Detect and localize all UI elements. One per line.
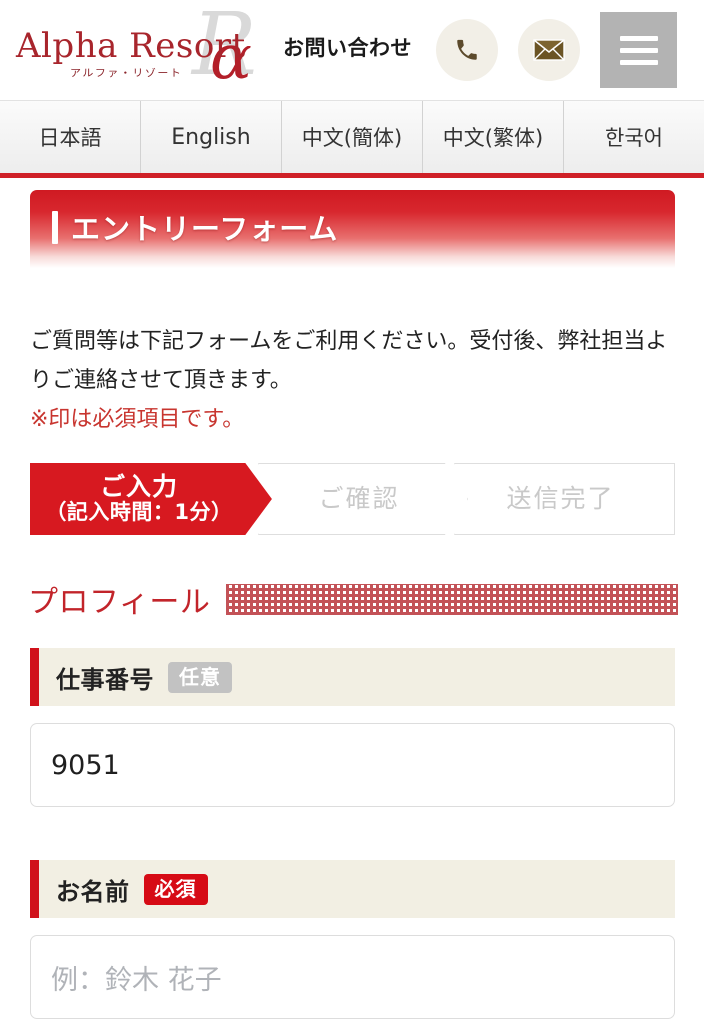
mail-button[interactable]	[518, 19, 580, 81]
language-item-ko[interactable]: 한국어	[564, 101, 704, 173]
logo-brand-kana: アルファ・リゾート	[70, 67, 183, 80]
logo-brand-text: Alpha Resort	[16, 26, 246, 66]
step-input-sublabel: （記入時間：1分）	[45, 500, 233, 525]
hamburger-bar-3	[619, 59, 658, 65]
section-pattern-decoration	[226, 583, 678, 615]
field-name-label: お名前	[56, 877, 130, 906]
language-item-en[interactable]: English	[141, 101, 282, 173]
step-confirm[interactable]: ご確認	[257, 463, 468, 535]
hamburger-bar-1	[619, 35, 658, 41]
badge-required: 必須	[143, 873, 208, 905]
description-line-1: ご質問等は下記フォームをご利用ください。受付後、弊社担当	[30, 329, 646, 354]
step-input[interactable]: ご入力 （記入時間：1分）	[30, 463, 272, 535]
mail-icon	[533, 38, 565, 62]
language-item-zh-cn[interactable]: 中文(簡体)	[282, 101, 423, 173]
step-indicator: ご入力 （記入時間：1分） ご確認 送信完了	[30, 463, 675, 535]
field-job-number-label-row: 仕事番号 任意	[30, 648, 675, 706]
step-confirm-stack: ご確認	[318, 483, 400, 513]
field-job-number: 仕事番号 任意 9051	[30, 648, 675, 807]
entry-form-page: R α Alpha Resort アルファ・リゾート お問い合わせ 日本語 En…	[0, 0, 704, 1024]
step-input-stack: ご入力 （記入時間：1分）	[45, 471, 233, 525]
section-title: プロフィール	[28, 585, 211, 620]
hamburger-menu-button[interactable]	[600, 12, 677, 88]
step-input-label: ご入力	[99, 471, 178, 501]
banner-gradient: エントリーフォーム	[30, 190, 675, 268]
form-description: ご質問等は下記フォームをご利用ください。受付後、弊社担当よりご連絡させて頂きます…	[30, 322, 678, 439]
contact-label: お問い合わせ	[283, 36, 412, 60]
step-confirm-label: ご確認	[318, 483, 400, 513]
page-title: エントリーフォーム	[71, 212, 339, 246]
phone-icon	[454, 37, 480, 63]
language-item-zh-tw[interactable]: 中文(繁体)	[423, 101, 564, 173]
page-title-banner: エントリーフォーム	[0, 178, 704, 298]
language-item-ja[interactable]: 日本語	[0, 101, 141, 173]
step-complete-stack: 送信完了	[506, 483, 615, 513]
site-logo[interactable]: R α Alpha Resort アルファ・リゾート	[10, 2, 270, 92]
step-complete-label: 送信完了	[506, 483, 615, 513]
step-complete[interactable]: 送信完了	[453, 463, 675, 535]
field-job-number-input[interactable]: 9051	[30, 723, 675, 807]
field-name-input[interactable]: 例：鈴木 花子	[30, 935, 675, 1019]
site-header: R α Alpha Resort アルファ・リゾート お問い合わせ	[0, 0, 704, 100]
field-name-label-row: お名前 必須	[30, 860, 675, 918]
required-note: ※印は必須項目です。	[30, 407, 245, 432]
phone-button[interactable]	[436, 19, 498, 81]
hamburger-bar-2	[619, 47, 658, 53]
banner-content: エントリーフォーム	[52, 206, 338, 248]
banner-accent-bar	[52, 210, 58, 244]
badge-optional: 任意	[168, 661, 232, 693]
field-job-number-label: 仕事番号	[56, 665, 154, 694]
section-heading-profile: プロフィール	[28, 578, 678, 620]
language-bar: 日本語 English 中文(簡体) 中文(繁体) 한국어	[0, 100, 704, 173]
field-name: お名前 必須 例：鈴木 花子	[30, 860, 675, 1019]
